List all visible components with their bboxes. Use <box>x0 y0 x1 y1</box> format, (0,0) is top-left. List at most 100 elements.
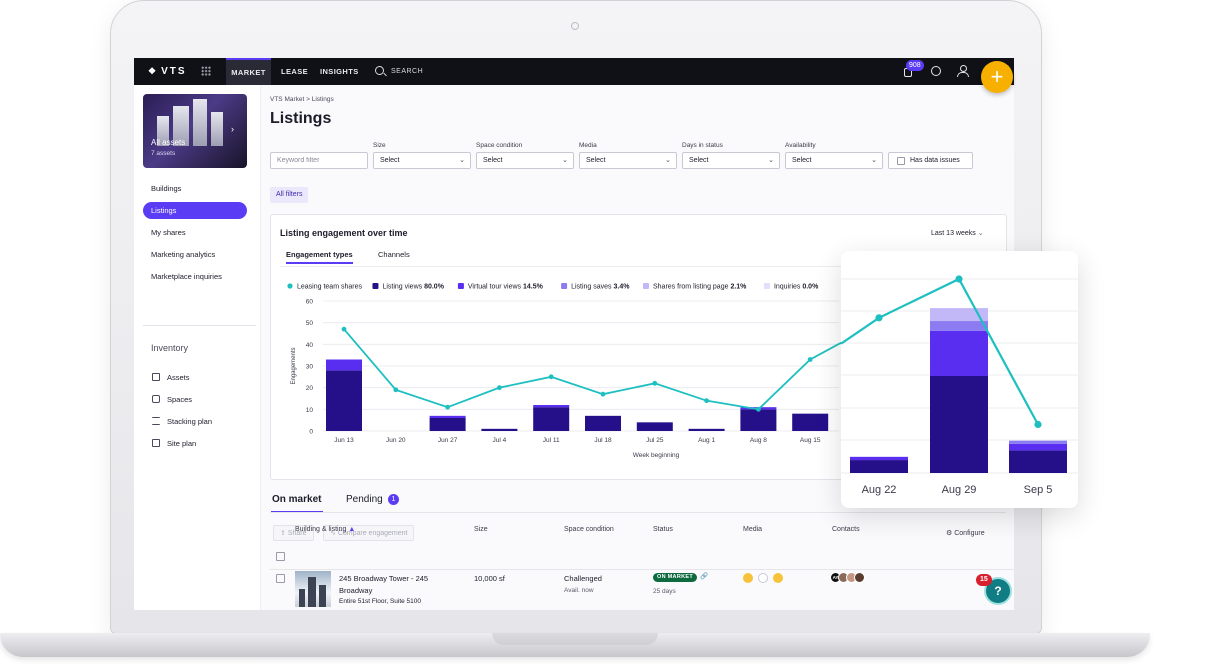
x-tick-label: Jun 27 <box>438 437 458 444</box>
x-tick-label: Jul 11 <box>543 437 560 444</box>
bar-segment <box>792 413 829 431</box>
x-tick-label: Aug 22 <box>862 484 897 496</box>
vts-logo[interactable]: ❖ VTS <box>148 66 187 77</box>
select-all-checkbox[interactable] <box>276 552 285 561</box>
legend-swatch <box>763 283 770 289</box>
sidebar-item-label: Assets <box>167 373 190 382</box>
chevron-down-icon: ⌄ <box>665 157 671 164</box>
sidebar-item-stacking-plan[interactable]: Stacking plan <box>149 413 247 430</box>
filter-media-select[interactable]: Select ⌄ <box>579 152 677 169</box>
page-title: Listings <box>270 110 332 127</box>
listing-building-name-cont[interactable]: Broadway <box>339 586 372 595</box>
tour-icon[interactable] <box>773 573 783 583</box>
sort-ascending-icon: ▲ <box>348 526 356 533</box>
legend-series-name: Virtual tour views <box>468 284 523 291</box>
bar-segment <box>326 370 362 431</box>
column-header-media[interactable]: Media <box>743 526 762 533</box>
filter-label-space-condition: Space condition <box>476 142 523 149</box>
x-axis-label: Week beginning <box>633 452 680 459</box>
avatar[interactable] <box>854 572 865 583</box>
series-line <box>343 328 851 411</box>
bar-segment <box>930 330 988 376</box>
line-point <box>341 326 347 332</box>
listing-thumbnail <box>295 571 331 607</box>
x-tick-label: Jun 13 <box>334 437 354 444</box>
row-checkbox[interactable] <box>276 574 285 583</box>
filter-space-condition-select[interactable]: Select ⌄ <box>476 152 574 169</box>
listing-availability: Avail. now <box>564 587 594 594</box>
all-filters-button[interactable]: All filters <box>270 187 309 203</box>
sidebar-item-listings[interactable]: Listings <box>143 202 247 219</box>
gear-icon: ⚙ <box>946 530 955 537</box>
column-header-size[interactable]: Size <box>474 526 488 533</box>
user-icon[interactable] <box>957 65 969 77</box>
chevron-down-icon: ⌄ <box>562 157 568 164</box>
line-point <box>955 275 963 283</box>
bar-segment <box>688 428 725 431</box>
search-icon[interactable] <box>375 66 384 75</box>
search-label[interactable]: SEARCH <box>391 58 423 85</box>
laptop-notch <box>492 633 658 645</box>
bar-segment <box>740 409 777 431</box>
y-tick-label: 0 <box>309 429 313 436</box>
sidebar-item-label: Site plan <box>167 439 197 448</box>
sidebar-item-assets[interactable]: Assets <box>149 369 247 386</box>
column-header-space-condition[interactable]: Space condition <box>564 526 614 533</box>
zoom-callout-card: Aug 22 Aug 29 Sep 5 <box>840 251 1078 508</box>
keyword-filter-input[interactable] <box>270 152 368 169</box>
sidebar-item-my-shares[interactable]: My shares <box>143 224 247 241</box>
column-header-status[interactable]: Status <box>653 526 673 533</box>
has-data-issues-checkbox[interactable] <box>897 157 905 165</box>
line-point <box>652 380 658 386</box>
add-button[interactable]: + <box>981 61 1013 93</box>
legend-label: Virtual tour views 14.5% <box>468 284 544 291</box>
sidebar-section-inventory: Inventory <box>151 343 189 353</box>
video-icon[interactable] <box>758 573 768 583</box>
share-icon: ⇪ <box>280 530 288 537</box>
bar-segment <box>930 376 988 473</box>
link-icon[interactable]: 🔗 <box>700 572 708 580</box>
nav-insights[interactable]: INSIGHTS <box>320 58 359 85</box>
help-count-badge: 15 <box>976 574 992 586</box>
nav-lease[interactable]: LEASE <box>281 58 308 85</box>
photo-icon[interactable] <box>743 573 753 583</box>
select-value: Select <box>586 157 606 164</box>
bar-segment <box>533 407 570 431</box>
line-point <box>807 357 813 362</box>
y-tick-label: 10 <box>306 407 314 414</box>
tab-pending[interactable]: Pending <box>346 494 383 505</box>
x-tick-label: Aug 29 <box>942 484 977 496</box>
bar-segment <box>533 405 570 408</box>
configure-button[interactable]: ⚙ Configure <box>946 529 985 537</box>
has-data-issues-toggle[interactable]: Has data issues <box>888 152 973 169</box>
chevron-down-icon: ⌄ <box>768 157 774 164</box>
app-grid-icon[interactable] <box>201 66 211 76</box>
sidebar-item-buildings[interactable]: Buildings <box>143 180 247 197</box>
breadcrumb-root[interactable]: VTS Market <box>270 96 304 103</box>
sidebar-item-spaces[interactable]: Spaces <box>149 391 247 408</box>
x-tick-label: Sep 5 <box>1024 484 1053 496</box>
filter-label-media: Media <box>579 142 597 149</box>
y-tick-label: 30 <box>306 364 314 371</box>
x-tick-label: Jul 18 <box>594 437 612 444</box>
y-tick-label: 60 <box>306 299 314 306</box>
legend-item: Virtual tour views 14.5% <box>457 283 544 291</box>
filter-availability-select[interactable]: Select ⌄ <box>785 152 883 169</box>
legend-series-name: Leasing team shares <box>297 284 362 291</box>
column-header-contacts[interactable]: Contacts <box>832 526 860 533</box>
legend-label: Inquiries 0.0% <box>774 284 819 291</box>
column-header-building[interactable]: Building & listing ▲ <box>295 526 355 533</box>
nav-market[interactable]: MARKET <box>226 58 271 85</box>
filter-days-in-status-select[interactable]: Select ⌄ <box>682 152 780 169</box>
all-assets-card[interactable]: All assets 7 assets › <box>143 94 247 168</box>
sidebar-item-site-plan[interactable]: Site plan <box>149 435 247 452</box>
pending-count-badge: 1 <box>388 494 399 505</box>
alarm-clock-icon[interactable] <box>931 66 941 76</box>
tab-on-market[interactable]: On market <box>272 494 321 505</box>
sidebar-item-marketing-analytics[interactable]: Marketing analytics <box>143 246 247 263</box>
filter-size-select[interactable]: Select ⌄ <box>373 152 471 169</box>
sidebar-item-marketplace-inquiries[interactable]: Marketplace inquiries <box>143 268 247 285</box>
x-tick-label: Aug 1 <box>698 437 715 444</box>
line-point <box>875 314 883 322</box>
listing-building-name[interactable]: 245 Broadway Tower - 245 <box>339 574 428 583</box>
